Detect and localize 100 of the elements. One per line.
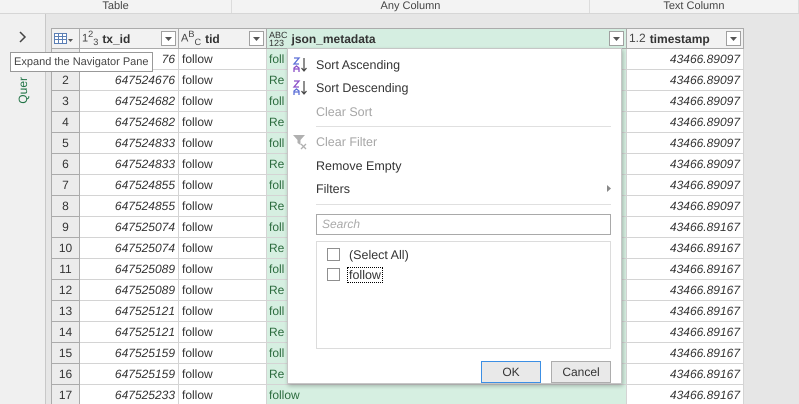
row-number: 4: [52, 112, 80, 133]
row-number: 5: [52, 133, 80, 154]
filter-dropdown-button[interactable]: [161, 31, 176, 46]
table-cell: follow: [179, 301, 267, 322]
table-cell: follow: [179, 322, 267, 343]
sort-ascending-icon: [292, 57, 310, 73]
table-cell: 43466.89097: [627, 91, 744, 112]
table-cell: follow: [179, 196, 267, 217]
table-cell: 43466.89097: [627, 154, 744, 175]
table-cell: 647525074: [80, 238, 179, 259]
column-type-label: ABC 123: [269, 30, 288, 46]
table-cell: 647524833: [80, 133, 179, 154]
column-header[interactable]: 1$^{2}$$_{3}$ tx_id: [80, 29, 179, 49]
column-type-label: 1.2: [629, 34, 646, 43]
table-cell: 647525074: [80, 217, 179, 238]
column-name: json_metadata: [292, 32, 377, 46]
expand-chevron-icon[interactable]: [18, 31, 26, 43]
table-cell: follow: [179, 154, 267, 175]
cancel-button[interactable]: Cancel: [551, 360, 611, 383]
column-name: tid: [205, 32, 221, 46]
table-cell: 647525121: [80, 301, 179, 322]
table-cell: follow: [179, 91, 267, 112]
table-cell: 647524682: [80, 112, 179, 133]
row-number: 16: [52, 364, 80, 385]
table-cell: 43466.89167: [627, 385, 744, 404]
table-cell: 43466.89167: [627, 364, 744, 385]
table-cell: 43466.89167: [627, 322, 744, 343]
table-cell: follow: [179, 175, 267, 196]
dropdown-arrow-icon: [253, 36, 260, 40]
table-cell: 647525089: [80, 280, 179, 301]
table-cell: 647524676: [80, 70, 179, 91]
row-number: 2: [52, 70, 80, 91]
row-number: 7: [52, 175, 80, 196]
ribbon-group-label: Text Column: [590, 0, 799, 13]
table-cell: follow: [179, 280, 267, 301]
table-cell: 43466.89167: [627, 301, 744, 322]
checkbox[interactable]: [327, 248, 340, 262]
table-cell: 43466.89167: [627, 343, 744, 364]
row-number: 10: [52, 238, 80, 259]
row-number: 17: [52, 385, 80, 404]
row-number: 14: [52, 322, 80, 343]
row-number: 11: [52, 259, 80, 280]
queries-pane-label[interactable]: Quer: [16, 77, 30, 104]
sort-descending-icon: [292, 80, 310, 96]
table-cell: 43466.89097: [627, 49, 744, 70]
table-cell: follow: [179, 217, 267, 238]
column-name: tx_id: [102, 32, 132, 46]
table-cell: 43466.89167: [627, 238, 744, 259]
filter-dropdown-button[interactable]: [609, 31, 624, 46]
dropdown-arrow-icon: [730, 36, 737, 40]
table-cell: 43466.89097: [627, 175, 744, 196]
table-cell: follow: [179, 385, 267, 404]
menu-item[interactable]: Remove Empty: [288, 154, 611, 178]
table-cell: follow: [179, 49, 267, 70]
tooltip: Expand the Navigator Pane: [10, 52, 153, 72]
clear-filter-icon: [292, 134, 308, 150]
checkbox[interactable]: [327, 268, 340, 282]
table-cell: 43466.89167: [627, 259, 744, 280]
table-cell: 43466.89097: [627, 70, 744, 91]
table-cell: 647525159: [80, 364, 179, 385]
row-number: 13: [52, 301, 80, 322]
table-menu-icon[interactable]: [54, 32, 74, 44]
table-cell: follow: [179, 259, 267, 280]
table-cell: 43466.89097: [627, 196, 744, 217]
table-cell: 647525233: [80, 385, 179, 404]
column-header[interactable]: 1.2 timestamp: [627, 29, 744, 49]
table-cell: follow: [179, 112, 267, 133]
table-cell: follow: [267, 385, 627, 404]
table-cell: 647524855: [80, 175, 179, 196]
table-cell: follow: [179, 70, 267, 91]
table-cell: 43466.89097: [627, 112, 744, 133]
row-number: 6: [52, 154, 80, 175]
table-cell: 647524855: [80, 196, 179, 217]
table-cell: 647524833: [80, 154, 179, 175]
ribbon-group-label: Table: [0, 0, 232, 13]
filter-dropdown-button[interactable]: [726, 31, 741, 46]
table-cell: 647525159: [80, 343, 179, 364]
column-header[interactable]: A$^{B}$$_{C}$ tid: [179, 29, 267, 49]
submenu-arrow-icon: [607, 185, 611, 192]
table-cell: 43466.89167: [627, 217, 744, 238]
row-number: 3: [52, 91, 80, 112]
table-cell: follow: [179, 343, 267, 364]
table-cell: 647524682: [80, 91, 179, 112]
ok-button[interactable]: OK: [481, 360, 541, 383]
table-cell: follow: [179, 133, 267, 154]
table-cell: follow: [179, 364, 267, 385]
row-number: 12: [52, 280, 80, 301]
row-number: 9: [52, 217, 80, 238]
menu-item[interactable]: Filters: [288, 177, 611, 201]
search-field[interactable]: Search: [316, 214, 611, 236]
dropdown-arrow-icon: [613, 36, 620, 40]
table-cell: 43466.89097: [627, 133, 744, 154]
row-number: 8: [52, 196, 80, 217]
ribbon-group-label: Any Column: [232, 0, 590, 13]
dropdown-arrow-icon: [165, 36, 172, 40]
value-label[interactable]: follow: [347, 266, 383, 283]
table-cell: 647525089: [80, 259, 179, 280]
filter-dropdown-button[interactable]: [249, 31, 264, 46]
table-cell: 43466.89167: [627, 280, 744, 301]
table-cell: 647525121: [80, 322, 179, 343]
